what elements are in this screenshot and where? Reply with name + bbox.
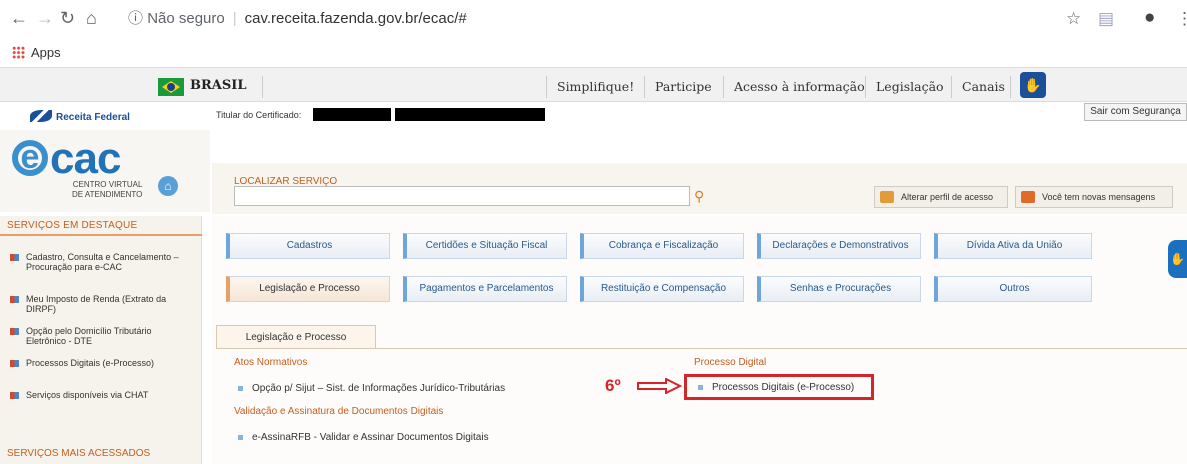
mensagens-button[interactable]: Você tem novas mensagens (1015, 186, 1173, 208)
sair-button[interactable]: Sair com Segurança (1084, 103, 1187, 121)
profile-icon[interactable]: ● (1144, 7, 1155, 29)
subtab-legislacao[interactable]: Legislação e Processo (216, 325, 376, 349)
subtab-divider (216, 348, 1187, 349)
apps-bookmark[interactable]: Apps (12, 45, 61, 60)
sidebar-item-dte[interactable]: Opção pelo Domicílio Tributário Eletrôni… (10, 326, 185, 346)
govbar-link-acesso[interactable]: Acesso à informação (723, 76, 865, 98)
tab-cobranca[interactable]: Cobrança e Fiscalização (580, 233, 744, 259)
brasil-link[interactable]: BRASIL (190, 78, 247, 93)
govbar-link-legislacao[interactable]: Legislação (865, 76, 944, 98)
tab-legislacao[interactable]: Legislação e Processo (226, 276, 390, 302)
mais-acessados-title: SERVIÇOS MAIS ACESSADOS (7, 448, 151, 459)
home-icon[interactable]: ⌂ (86, 8, 97, 29)
tab-cadastros[interactable]: Cadastros (226, 233, 390, 259)
titular-label: Titular do Certificado: (216, 110, 302, 120)
reload-icon[interactable]: ↻ (60, 8, 75, 29)
bullet-icon (10, 360, 19, 367)
search-input[interactable] (234, 186, 690, 206)
bullet-icon (238, 435, 243, 440)
govbar-divider-end (1010, 76, 1011, 98)
menu-icon[interactable]: ⋮ (1176, 9, 1187, 29)
users-icon (880, 191, 894, 203)
govbar-link-simplifique[interactable]: Simplifique! (546, 76, 634, 98)
link-assinarfb[interactable]: e-AssinaRFB - Validar e Assinar Document… (236, 432, 489, 443)
bullet-icon (238, 386, 243, 391)
brazil-flag-icon (158, 78, 184, 96)
tab-restituicao[interactable]: Restituição e Compensação (580, 276, 744, 302)
back-icon[interactable]: ← (10, 8, 28, 29)
govbar-link-participe[interactable]: Participe (644, 76, 712, 98)
sidebar-item-processos[interactable]: Processos Digitais (e-Processo) (10, 358, 185, 368)
annotation-arrow-icon (637, 378, 682, 394)
receita-federal-logo[interactable]: Receita Federal (30, 110, 130, 123)
atos-normativos-title: Atos Normativos (234, 357, 308, 368)
accessibility-hand-icon[interactable]: ✋ (1020, 72, 1046, 98)
address-bar[interactable]: ⓘ Não seguro | cav.receita.fazenda.gov.br/… (128, 6, 1128, 32)
step-annotation: 6º (605, 376, 621, 395)
redacted-block (395, 108, 545, 121)
tab-outros[interactable]: Outros (934, 276, 1092, 302)
tab-senhas[interactable]: Senhas e Procurações (757, 276, 921, 302)
url-text[interactable]: cav.receita.fazenda.gov.br/ecac/# (245, 10, 467, 27)
redacted-block (313, 108, 391, 121)
bullet-icon (10, 328, 19, 335)
star-icon[interactable]: ☆ (1066, 9, 1081, 29)
ecac-e-icon: e (12, 140, 48, 176)
info-icon[interactable]: ⓘ (128, 10, 143, 27)
search-icon[interactable]: ⚲ (694, 188, 704, 205)
alterar-perfil-button[interactable]: Alterar perfil de acesso (874, 186, 1008, 208)
divider (0, 234, 202, 236)
security-warning: Não seguro (147, 10, 225, 27)
tab-certidoes[interactable]: Certidões e Situação Fiscal (403, 233, 567, 259)
rf-bird-icon (30, 110, 52, 122)
tab-divida-ativa[interactable]: Dívida Ativa da União (934, 233, 1092, 259)
sidebar-item-imposto-renda[interactable]: Meu Imposto de Renda (Extrato da DIRPF) (10, 294, 185, 314)
destaque-title: SERVIÇOS EM DESTAQUE (7, 220, 138, 231)
mail-icon (1021, 191, 1035, 203)
home-button-icon[interactable]: ⌂ (158, 176, 178, 196)
ecac-logo[interactable]: e cac CENTRO VIRTUAL DE ATENDIMENTO (12, 134, 152, 208)
bullet-icon (10, 254, 19, 261)
link-sijut[interactable]: Opção p/ Sijut – Sist. de Informações Ju… (236, 383, 505, 394)
sidebar-item-procuracao[interactable]: Cadastro, Consulta e Cancelamento – Proc… (10, 252, 185, 272)
bullet-icon (10, 296, 19, 303)
highlight-box (684, 374, 874, 400)
tab-declaracoes[interactable]: Declarações e Demonstrativos (757, 233, 921, 259)
accessibility-side-icon[interactable]: ✋ (1168, 240, 1187, 278)
apps-grid-icon (12, 46, 25, 59)
govbar-divider: . (262, 76, 547, 98)
govbar-link-canais[interactable]: Canais (951, 76, 1005, 98)
extension-icon[interactable]: ▤ (1098, 9, 1114, 29)
validacao-title: Validação e Assinatura de Documentos Dig… (234, 406, 444, 417)
tab-pagamentos[interactable]: Pagamentos e Parcelamentos (403, 276, 567, 302)
bullet-icon (10, 392, 19, 399)
processo-digital-title: Processo Digital (694, 357, 767, 368)
forward-icon[interactable]: → (36, 8, 54, 29)
sidebar-item-chat[interactable]: Serviços disponíveis via CHAT (10, 390, 185, 400)
